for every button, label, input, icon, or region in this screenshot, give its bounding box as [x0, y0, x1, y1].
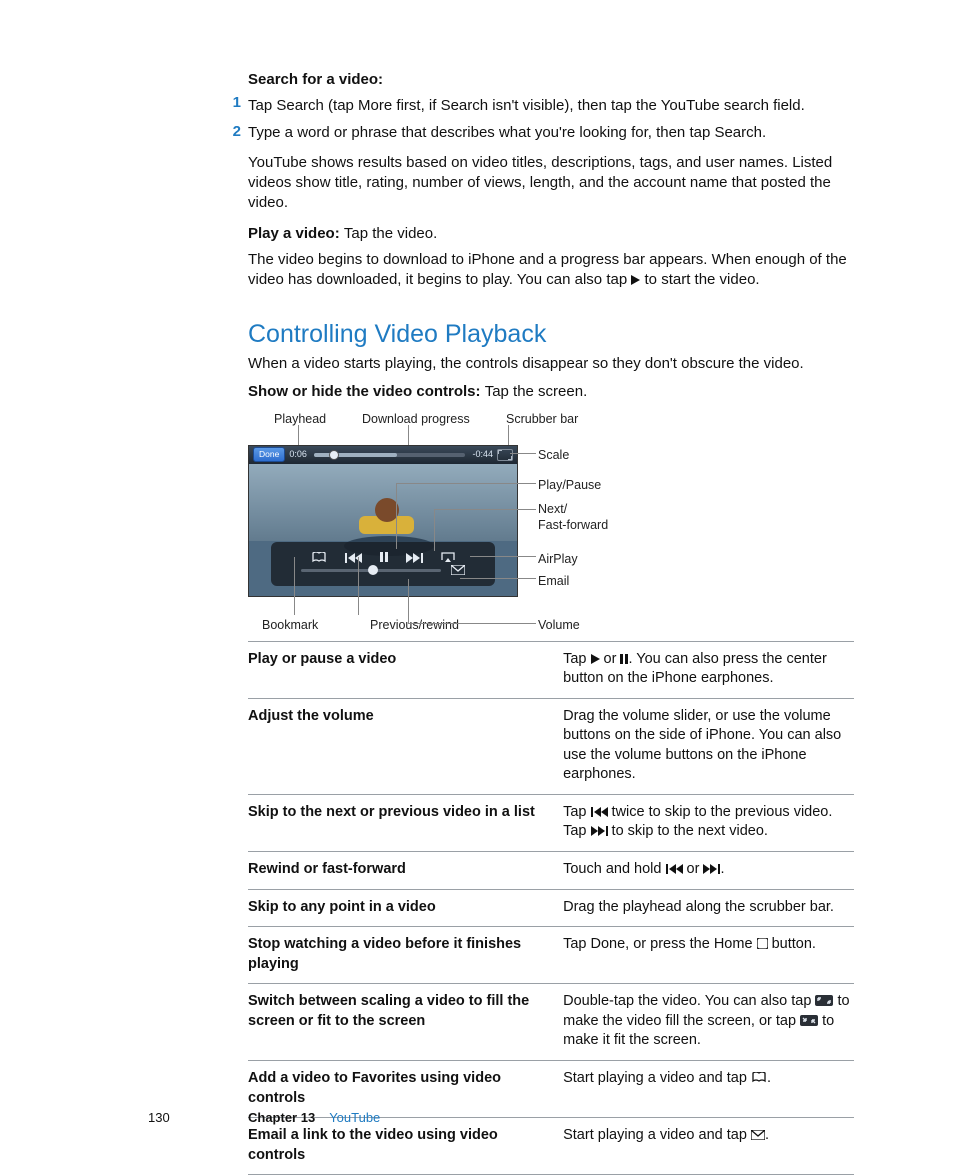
osd-controls — [271, 542, 495, 586]
row-rewind-desc: Touch and hold or . — [563, 852, 854, 890]
controls-table: Play or pause a video Tap or . You can a… — [248, 641, 854, 1175]
step-num-1: 1 — [227, 93, 241, 113]
player-diagram: Playhead Download progress Scrubber bar … — [248, 411, 853, 631]
callout-play-pause: Play/Pause — [538, 477, 601, 494]
row-stop-desc: Tap Done, or press the Home button. — [563, 927, 854, 984]
callout-scrubber: Scrubber bar — [506, 411, 578, 428]
play-video-rest: Tap the video. — [344, 225, 437, 242]
row-scale-label: Switch between scaling a video to fill t… — [248, 984, 563, 1061]
row-favorite-desc: Start playing a video and tap . — [563, 1060, 854, 1117]
previous-icon — [591, 807, 608, 817]
email-icon — [751, 1130, 765, 1140]
callout-download-progress: Download progress — [362, 411, 470, 428]
next-icon[interactable] — [406, 553, 423, 563]
results-para: YouTube shows results based on video tit… — [248, 153, 854, 214]
row-scale-desc: Double-tap the video. You can also tap t… — [563, 984, 854, 1061]
row-play-pause-desc: Tap or . You can also press the center b… — [563, 641, 854, 698]
row-email-desc: Start playing a video and tap . — [563, 1118, 854, 1175]
callout-email: Email — [538, 573, 569, 590]
row-rewind-label: Rewind or fast-forward — [248, 852, 563, 890]
callout-previous: Previous/rewind — [370, 617, 459, 634]
row-skip-list-desc: Tap twice to skip to the previous video.… — [563, 794, 854, 851]
section-lead: When a video starts playing, the control… — [248, 354, 854, 374]
row-skip-point-label: Skip to any point in a video — [248, 889, 563, 927]
bookmark-icon — [751, 1072, 767, 1083]
volume-slider[interactable] — [301, 569, 441, 572]
previous-icon[interactable] — [345, 553, 362, 563]
next-icon — [591, 826, 608, 836]
page: Search for a video: 1 Tap Search (tap Mo… — [0, 0, 954, 1145]
airplay-icon[interactable] — [441, 552, 455, 563]
step-1: Tap Search (tap More first, if Search is… — [248, 96, 854, 116]
play-icon — [631, 275, 640, 285]
home-icon — [757, 938, 768, 949]
row-volume-desc: Drag the volume slider, or use the volum… — [563, 698, 854, 794]
email-icon[interactable] — [451, 565, 465, 575]
search-heading: Search for a video: — [248, 71, 383, 88]
bookmark-icon[interactable] — [311, 552, 327, 563]
callout-bookmark: Bookmark — [262, 617, 318, 634]
row-skip-list-label: Skip to the next or previous video in a … — [248, 794, 563, 851]
chapter-name: YouTube — [329, 1110, 380, 1125]
previous-icon — [666, 864, 683, 874]
show-controls-line: Show or hide the video controls: Tap the… — [248, 382, 854, 402]
pause-icon[interactable] — [380, 552, 388, 563]
step-num-2: 2 — [227, 122, 241, 142]
play-video-line: Play a video: Tap the video. — [248, 224, 854, 244]
chapter-label: Chapter 13 — [248, 1110, 315, 1125]
callout-playhead: Playhead — [274, 411, 326, 428]
step-2: Type a word or phrase that describes wha… — [248, 123, 854, 143]
page-number: 130 — [148, 1109, 170, 1127]
section-title: Controlling Video Playback — [248, 318, 854, 352]
scale-fill-icon — [815, 995, 833, 1006]
row-play-pause-label: Play or pause a video — [248, 641, 563, 698]
video-player: Done 0:06 -0:44 — [248, 445, 518, 597]
callout-scale: Scale — [538, 447, 569, 464]
callout-volume: Volume — [538, 617, 580, 634]
callout-next: Next/ Fast-forward — [538, 501, 608, 535]
row-stop-label: Stop watching a video before it finishes… — [248, 927, 563, 984]
download-para: The video begins to download to iPhone a… — [248, 250, 854, 291]
play-video-bold: Play a video: — [248, 225, 344, 242]
row-volume-label: Adjust the volume — [248, 698, 563, 794]
row-skip-point-desc: Drag the playhead along the scrubber bar… — [563, 889, 854, 927]
callout-airplay: AirPlay — [538, 551, 578, 568]
next-icon — [703, 864, 720, 874]
scale-fit-icon — [800, 1015, 818, 1026]
play-icon — [591, 654, 600, 664]
